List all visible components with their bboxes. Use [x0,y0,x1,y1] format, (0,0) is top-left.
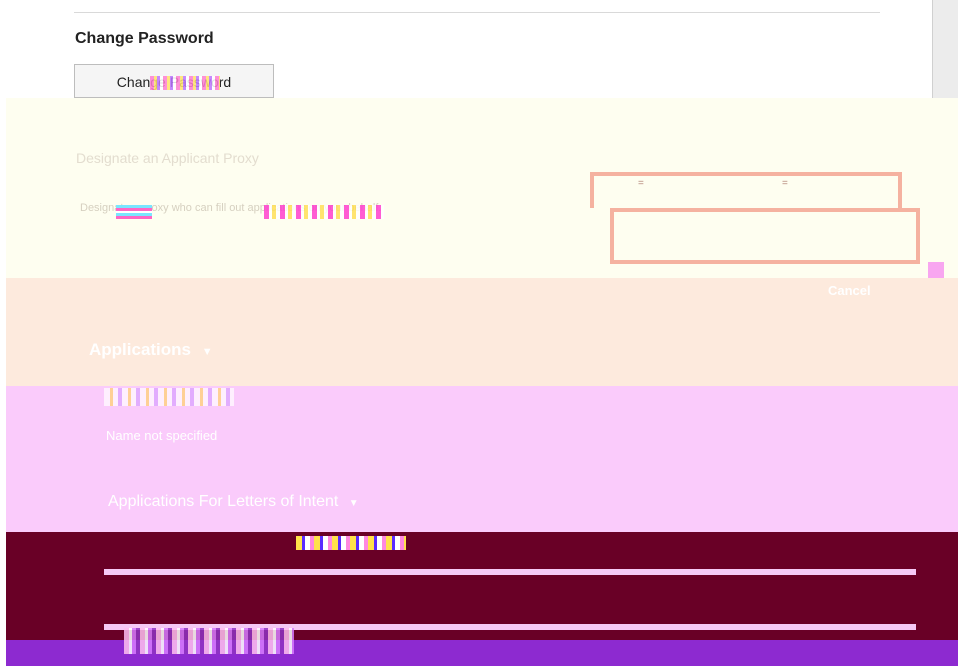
cancel-link[interactable]: Cancel [828,283,871,298]
render-artifact [124,628,294,654]
change-password-heading: Change Password [75,30,214,47]
render-artifact [928,262,944,278]
overlay-band-peach [6,278,958,388]
dash-icon: = [638,178,644,189]
applicant-name: Name not specified [106,428,218,443]
overlay-band-pink [6,386,958,536]
proxy-input-outline-top [590,172,902,208]
render-artifact [104,388,234,406]
scrollbar-track[interactable] [932,0,958,100]
proxy-input-field[interactable] [610,208,920,264]
render-artifact [264,205,384,219]
chevron-down-icon: ▼ [348,498,359,509]
render-artifact [296,536,406,550]
divider [74,12,880,13]
proxy-section-title: Designate an Applicant Proxy [76,150,259,166]
dash-icon: = [782,178,788,189]
chevron-down-icon: ▼ [201,346,213,358]
render-artifact [150,76,220,90]
letters-of-intent-heading[interactable]: Applications For Letters of Intent ▼ [108,493,359,511]
render-artifact [116,205,152,219]
letters-of-intent-label: Applications For Letters of Intent [108,493,339,510]
page: Change Password Change Password Designat… [0,0,958,666]
table-divider [104,569,916,575]
applications-heading-label: Applications [89,340,192,359]
applications-heading[interactable]: Applications ▼ [89,340,213,360]
